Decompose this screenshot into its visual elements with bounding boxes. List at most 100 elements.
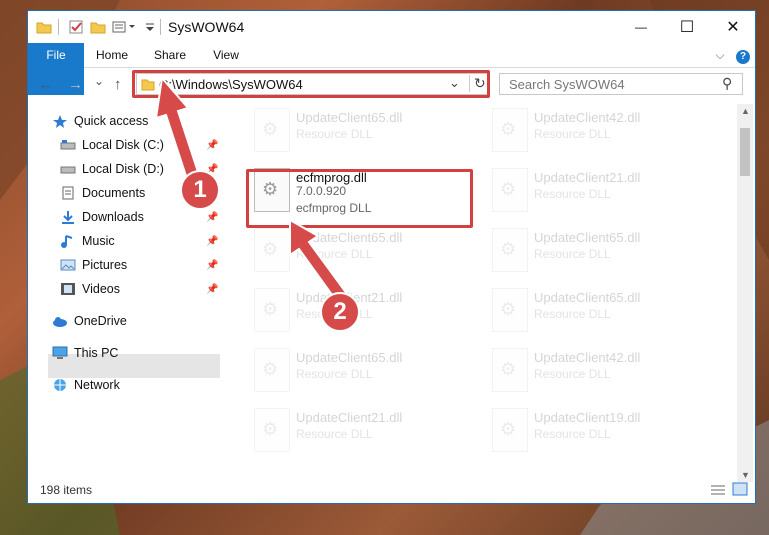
file-name: UpdateClient42.dll [534,110,641,125]
step-2-badge: 2 [320,292,360,332]
close-button[interactable]: ✕ [710,11,756,43]
pin-icon: 📌 [206,140,219,151]
file-name: UpdateClient65.dll [534,290,641,305]
maximize-button[interactable]: ☐ [664,11,710,43]
address-highlight-box [132,70,490,98]
up-button[interactable]: ↑ [114,76,122,93]
search-input[interactable]: Search SysWOW64 [509,77,625,92]
nav-item-label: Local Disk (D:) [82,162,164,176]
pin-icon: 📌 [206,284,219,295]
minimize-button[interactable]: — [618,11,664,43]
file-name: UpdateClient21.dll [296,410,403,425]
file-name: UpdateClient19.dll [534,410,641,425]
ribbon-collapse-button[interactable]: ⌵ [710,43,730,67]
nav-item-onedrive[interactable]: OneDrive [52,310,127,332]
back-button[interactable]: ← [38,76,53,93]
file-item[interactable]: UpdateClient65.dll Resource DLL [482,224,712,276]
file-item[interactable]: UpdateClient21.dll Resource DLL [244,404,474,456]
file-description: Resource DLL [534,127,611,141]
nav-item-quick-access[interactable]: Quick access [52,110,148,132]
recent-locations-button[interactable]: ⌄ [94,74,104,88]
file-item[interactable]: UpdateClient19.dll Resource DLL [482,404,712,456]
file-name: UpdateClient65.dll [534,230,641,245]
nav-item-label: OneDrive [74,314,127,328]
file-item[interactable]: UpdateClient65.dll Resource DLL [244,344,474,396]
pin-icon: 📌 [206,260,219,271]
dll-file-icon [254,228,290,272]
file-description: Resource DLL [296,247,373,261]
videos-icon [60,282,76,296]
file-description: Resource DLL [296,367,373,381]
tab-home[interactable]: Home [90,43,134,67]
new-folder-icon[interactable] [90,19,106,35]
nav-item-music[interactable]: Music [60,230,115,252]
ribbon-tabs: File Home Share View ⌵ ? [28,43,755,95]
nav-item-local-disk-c[interactable]: Local Disk (C:) [60,134,164,156]
search-icon: ⚲ [722,75,733,91]
network-icon [52,378,68,392]
tab-share[interactable]: Share [148,43,192,67]
item-count: 198 items [40,483,93,497]
nav-item-label: Documents [82,186,146,200]
file-description: Resource DLL [534,367,611,381]
nav-item-label: Network [74,378,120,392]
scrollbar-thumb[interactable] [740,128,750,176]
vertical-scrollbar[interactable]: ▲ ▼ [737,104,753,482]
file-name: UpdateClient21.dll [534,170,641,185]
nav-item-label: Music [82,234,115,248]
dropdown-arrow-icon[interactable] [142,19,158,35]
nav-item-documents[interactable]: Documents [60,182,145,204]
nav-item-videos[interactable]: Videos [60,278,120,300]
customize-toolbar-icon[interactable] [112,19,140,35]
documents-icon [60,186,76,200]
file-name: UpdateClient65.dll [296,350,403,365]
dll-file-icon [492,168,528,212]
step-1-badge: 1 [180,170,220,210]
help-icon: ? [736,50,750,64]
search-box[interactable]: Search SysWOW64 ⚲ [499,73,743,95]
window-title: SysWOW64 [168,19,245,35]
folder-icon [36,19,52,35]
file-item[interactable]: UpdateClient65.dll Resource DLL [244,104,474,156]
title-bar: SysWOW64 — ☐ ✕ [28,11,755,43]
pin-icon: 📌 [206,212,219,223]
scroll-up-icon[interactable]: ▲ [741,106,750,116]
tab-view[interactable]: View [206,43,246,67]
file-description: Resource DLL [296,127,373,141]
file-description: Resource DLL [534,427,611,441]
nav-item-pictures[interactable]: Pictures [60,254,127,276]
large-icons-view-icon[interactable] [732,482,748,499]
properties-icon[interactable] [68,19,84,35]
file-name: UpdateClient42.dll [534,350,641,365]
drive-icon [60,162,76,176]
dll-file-icon [254,408,290,452]
file-name: UpdateClient65.dll [296,110,403,125]
help-button[interactable]: ? [734,43,752,67]
file-description: Resource DLL [534,247,611,261]
file-description: Resource DLL [296,427,373,441]
nav-item-network[interactable]: Network [52,374,120,396]
file-item[interactable]: UpdateClient21.dll Resource DLL [482,164,712,216]
separator [58,19,59,35]
cloud-icon [52,314,68,328]
forward-button[interactable]: → [68,76,83,93]
details-view-icon[interactable] [710,483,726,500]
nav-item-this-pc[interactable]: This PC [52,342,118,364]
file-item[interactable]: UpdateClient42.dll Resource DLL [482,344,712,396]
dll-file-icon [492,108,528,152]
computer-icon [52,346,68,360]
file-item[interactable]: UpdateClient65.dll Resource DLL [244,224,474,276]
file-item[interactable]: UpdateClient65.dll Resource DLL [482,284,712,336]
nav-item-downloads[interactable]: Downloads [60,206,144,228]
file-description: Resource DLL [534,307,611,321]
nav-item-label: Local Disk (C:) [82,138,164,152]
file-item[interactable]: UpdateClient42.dll Resource DLL [482,104,712,156]
file-description: Resource DLL [534,187,611,201]
dll-file-icon [254,288,290,332]
nav-item-local-disk-d[interactable]: Local Disk (D:) [60,158,164,180]
navigation-pane: Quick access Local Disk (C:) Local Disk … [28,104,223,474]
file-list: UpdateClient65.dll Resource DLL UpdateCl… [224,104,736,474]
explorer-window: SysWOW64 — ☐ ✕ File Home Share View ⌵ ? … [27,10,756,504]
star-icon [52,114,68,128]
nav-item-label: Quick access [74,114,149,128]
